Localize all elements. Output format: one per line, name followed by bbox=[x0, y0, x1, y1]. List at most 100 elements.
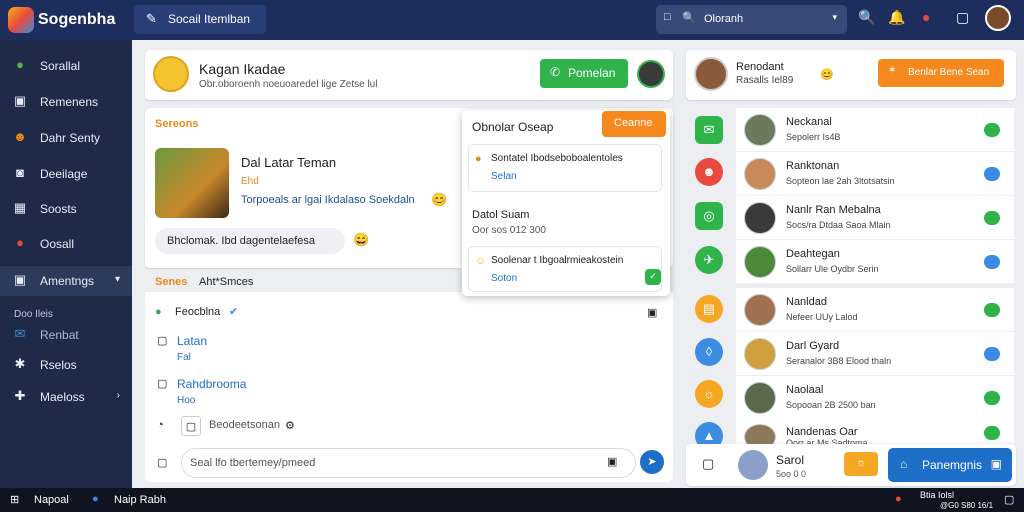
avatar bbox=[744, 338, 776, 370]
message-input[interactable]: Seal lfo tbertemey/pmeed bbox=[181, 448, 636, 478]
tab-senes[interactable]: Senes bbox=[155, 276, 187, 288]
friend-status: Socs/ra Dtdaa Saoa Mlain bbox=[786, 220, 891, 230]
friend-status: Seranalor 3B8 Elood thaln bbox=[786, 356, 892, 366]
status-dot-icon: ● bbox=[155, 306, 162, 318]
popup-card-link[interactable]: Selan bbox=[491, 171, 517, 182]
settings-icon[interactable]: ⚙ bbox=[285, 419, 295, 432]
friend-item[interactable]: Naolaal Sopooan 2B 2500 ban bbox=[736, 376, 1014, 420]
gift-icon[interactable]: ☼ bbox=[844, 452, 878, 476]
friend-item[interactable]: Nandenas Oar Oorr ar Ms Sadtoma bbox=[736, 418, 1014, 450]
friend-item[interactable]: Darl Gyard Seranalor 3B8 Elood thaln bbox=[736, 332, 1014, 376]
pin-icon: ● bbox=[475, 153, 482, 165]
rail-icon-6[interactable]: ◊ bbox=[695, 338, 723, 366]
chevron-down-icon: ▾ bbox=[114, 274, 120, 285]
avatar[interactable] bbox=[985, 5, 1011, 31]
sidebar-item-dahr[interactable]: ☻ Dahr Senty bbox=[0, 123, 132, 153]
windows-icon[interactable]: ⊞ bbox=[10, 493, 19, 506]
avatar[interactable] bbox=[153, 56, 189, 92]
friend-name: Nanldad bbox=[786, 296, 827, 308]
friend-item[interactable]: Ranktonan Sopteon lae 2ah 3ltotsatsin bbox=[736, 152, 1014, 196]
feed-section-title: Sereons bbox=[155, 118, 199, 130]
window-icon[interactable]: ▢ bbox=[956, 9, 969, 26]
popup-card[interactable]: ☺ Soolenar t Ibgoalrmieakostein Soton ✓ bbox=[468, 246, 662, 292]
search-input[interactable]: □ 🔍 Oloranh ▾ bbox=[656, 5, 847, 34]
status-badge bbox=[984, 303, 1000, 317]
taskbar-center-label[interactable]: Naip Rabh bbox=[114, 494, 166, 506]
copy-icon[interactable]: ▢ bbox=[181, 416, 201, 436]
profile-icon[interactable]: ▣ bbox=[647, 306, 657, 319]
popup-card-text: Sontatel Ibodseboboalentoles bbox=[491, 153, 623, 164]
chat-item-title[interactable]: Rahdbrooma bbox=[177, 377, 246, 391]
post-title[interactable]: Dal Latar Teman bbox=[241, 155, 336, 170]
attach-icon[interactable]: ▢ bbox=[157, 456, 167, 469]
post-image[interactable] bbox=[155, 148, 229, 218]
image-icon[interactable]: ▣ bbox=[607, 455, 617, 468]
avatar[interactable] bbox=[694, 57, 728, 91]
sidebar-item-maeloss[interactable]: ✚ Maeloss › bbox=[0, 382, 132, 412]
sidebar-item-social-2[interactable]: ● Oosall bbox=[0, 229, 132, 259]
rail-icon-2[interactable]: ☻ bbox=[695, 158, 723, 186]
avatar[interactable] bbox=[738, 450, 768, 480]
rail-icon-5[interactable]: ▤ bbox=[695, 295, 723, 323]
sidebar-item-settings[interactable]: ▣ Amentngs ▾ bbox=[0, 266, 132, 296]
friend-item[interactable]: Deahtegan Sollarr Ule Oydbr Serin bbox=[736, 240, 1014, 284]
bottom-card-name: Sarol bbox=[776, 453, 805, 467]
app-logo[interactable] bbox=[8, 7, 34, 33]
rail-icon-7[interactable]: ☼ bbox=[695, 380, 723, 408]
alert-icon[interactable]: ● bbox=[922, 9, 930, 25]
search-field-icon: □ bbox=[664, 11, 671, 23]
chevron-right-icon: › bbox=[116, 390, 120, 401]
rail-icon-4[interactable]: ✈ bbox=[695, 246, 723, 274]
rail-icon-3[interactable]: ◎ bbox=[695, 202, 723, 230]
sidebar-item-label: Maeloss bbox=[40, 390, 85, 404]
search-icon-top[interactable]: 🔍 bbox=[858, 9, 875, 26]
sidebar-item-social[interactable]: ● Sorallal bbox=[0, 51, 132, 81]
right-action-button[interactable]: ✶ Benlar Bene Sean bbox=[878, 59, 1004, 87]
friend-item[interactable]: Nanldad Nefeer UUy Lalod bbox=[736, 288, 1014, 332]
add-photo-icon[interactable]: ▢ bbox=[702, 456, 714, 472]
call-button[interactable]: ✆ Pomelan bbox=[540, 59, 628, 88]
friend-item[interactable]: Neckanal Sepolerr Is4B bbox=[736, 108, 1014, 152]
app-icon[interactable]: ● bbox=[92, 493, 99, 505]
primary-button[interactable]: ⌂ Panemgnis ▣ bbox=[888, 448, 1012, 482]
taskbar-left-label[interactable]: Napoal bbox=[34, 494, 69, 506]
top-bar: Sogenbha ✎ Socail Itemlban □ 🔍 Oloranh ▾… bbox=[0, 0, 1024, 40]
send-button[interactable]: ➤ bbox=[640, 450, 664, 474]
bottom-card-meta: 5oo 0 0 bbox=[776, 469, 807, 479]
window-icon: ▣ bbox=[990, 457, 1002, 471]
sidebar-item-label: Sorallal bbox=[40, 59, 81, 73]
friend-status: Sopteon lae 2ah 3ltotsatsin bbox=[786, 176, 895, 186]
compose-label: Socail Itemlban bbox=[168, 12, 251, 26]
popup-card-link[interactable]: Soton bbox=[491, 273, 517, 284]
options-popup: Obnolar Oseap Ceanne ● Sontatel Ibodsebo… bbox=[462, 110, 670, 296]
popup-action-label: Ceanne bbox=[614, 117, 653, 129]
popup-action-button[interactable]: Ceanne bbox=[602, 111, 666, 137]
home-icon: ⌂ bbox=[900, 457, 908, 471]
rail-icon-1[interactable]: ✉ bbox=[695, 116, 723, 144]
sidebar-item-renbat[interactable]: ✉ Renbat bbox=[0, 320, 132, 350]
notifications-icon[interactable]: 🔔 bbox=[888, 9, 905, 26]
friend-name: Deahtegan bbox=[786, 248, 840, 260]
avatar[interactable] bbox=[637, 60, 665, 88]
sidebar-item-rselos[interactable]: ✱ Rselos bbox=[0, 350, 132, 380]
sidebar-item-reminders[interactable]: ▣ Remenens bbox=[0, 87, 132, 117]
taskbar: ⊞ Napoal ● Naip Rabh ● Btia Iolsl @G0 S8… bbox=[0, 488, 1024, 512]
chat-item-sub: Fal bbox=[177, 352, 191, 363]
chat-item-title[interactable]: Latan bbox=[177, 334, 207, 348]
notification-icon[interactable]: ● bbox=[895, 493, 902, 505]
popup-card[interactable]: ● Sontatel Ibodseboboalentoles Selan bbox=[468, 144, 662, 192]
status-badge bbox=[984, 426, 1000, 440]
clock-icon[interactable]: ◔ bbox=[157, 419, 164, 431]
emoji-icon: 😊 bbox=[431, 192, 448, 207]
notifications-icon[interactable]: ▢ bbox=[1004, 493, 1014, 506]
right-action-label: Benlar Bene Sean bbox=[908, 67, 990, 78]
friend-name: Nandenas Oar bbox=[786, 426, 858, 438]
sidebar-item-posts[interactable]: ▦ Soosts bbox=[0, 194, 132, 224]
post-meta: Ehd bbox=[241, 176, 259, 187]
sidebar-item-details[interactable]: ◙ Deeilage bbox=[0, 159, 132, 189]
tab-smces[interactable]: Aht*Smces bbox=[199, 276, 253, 288]
chevron-down-icon[interactable]: ▾ bbox=[832, 12, 837, 23]
friend-item[interactable]: Nanlr Ran Mebalna Socs/ra Dtdaa Saoa Mla… bbox=[736, 196, 1014, 240]
check-icon[interactable]: ✓ bbox=[645, 269, 661, 285]
compose-button[interactable]: ✎ Socail Itemlban bbox=[134, 5, 266, 34]
